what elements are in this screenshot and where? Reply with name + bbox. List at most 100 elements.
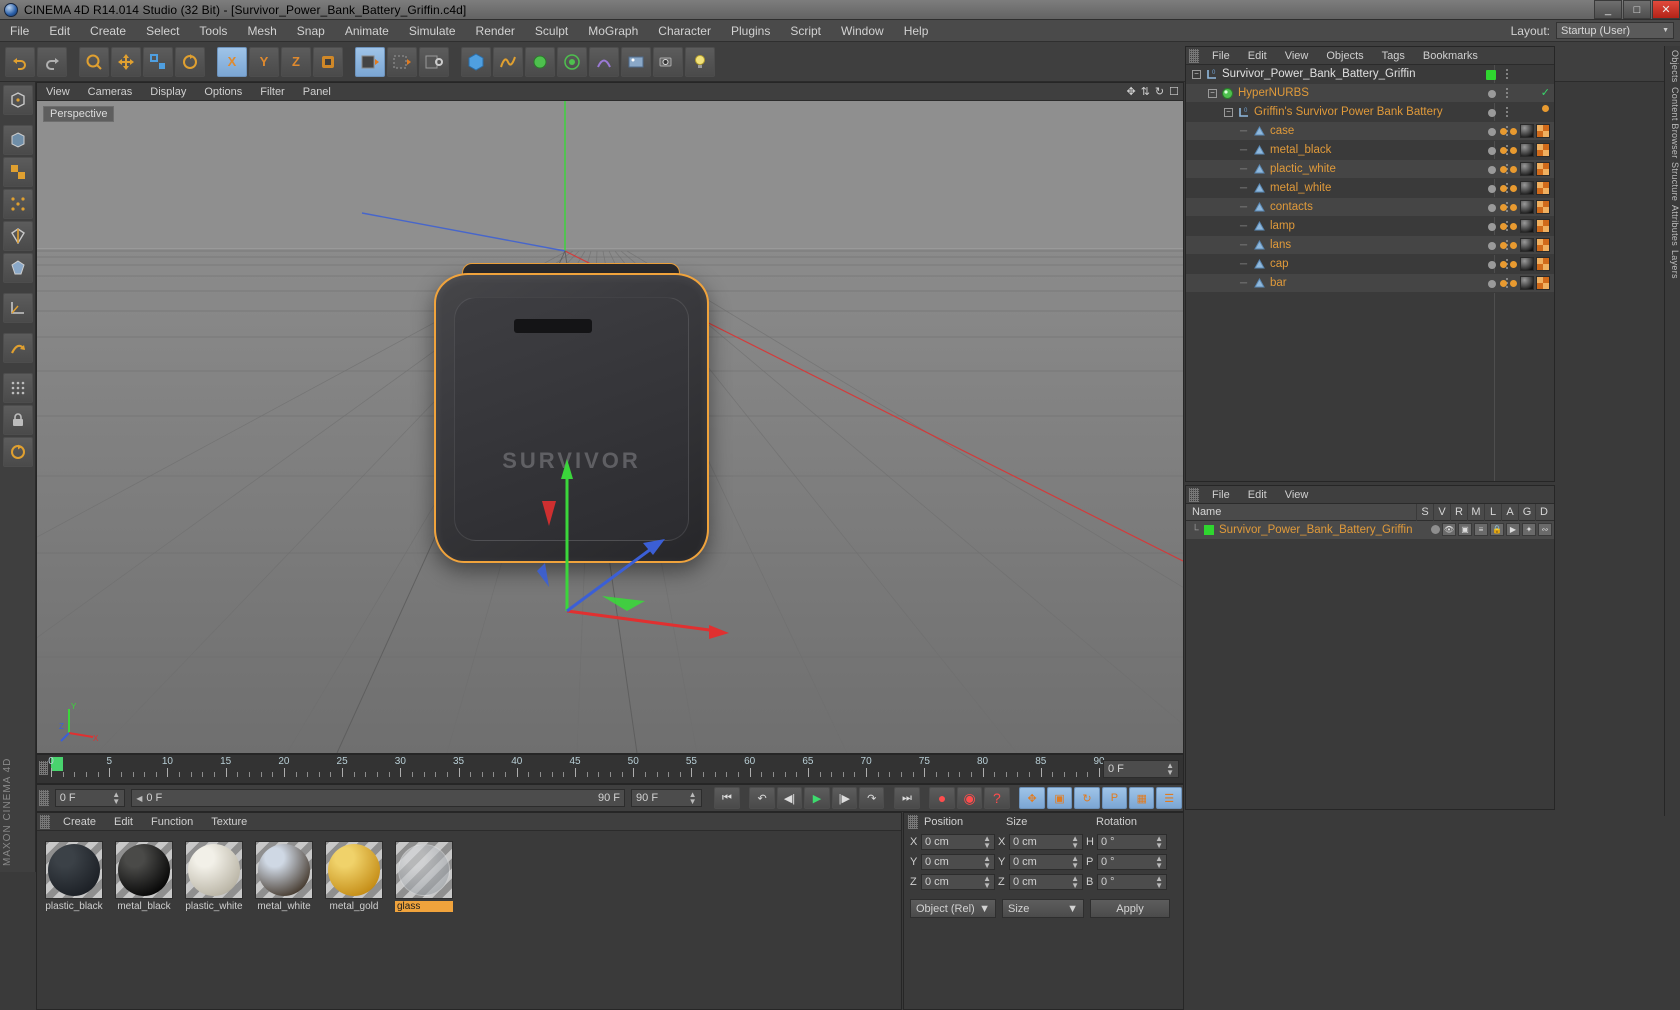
render-settings-button[interactable] (419, 46, 449, 77)
add-cube-button[interactable] (461, 46, 491, 77)
attribute-column-l[interactable]: L (1484, 504, 1501, 521)
rotation-b-input[interactable]: 0 ° ▲ ▼ (1097, 874, 1167, 890)
material-name-label[interactable]: metal_white (255, 901, 313, 912)
spinner-icon-h[interactable]: ▲ ▼ (1155, 835, 1163, 850)
render-icon[interactable]: ▣ (1458, 523, 1472, 536)
material-thumbnail[interactable] (115, 841, 173, 899)
visibility-dot-icon[interactable] (1488, 223, 1496, 231)
spinner-icon-px[interactable]: ▲ ▼ (983, 835, 991, 850)
viewport-menu-panel[interactable]: Panel (294, 83, 340, 101)
layout-dropdown[interactable]: Startup (User) ▼ (1556, 22, 1674, 39)
model-mode-button[interactable] (2, 125, 33, 155)
material-cell[interactable]: glass (395, 841, 453, 912)
material-thumbnail[interactable] (45, 841, 103, 899)
visibility-icon[interactable]: 👁 (1442, 523, 1456, 536)
dolly-icon[interactable]: ⇅ (1141, 85, 1150, 98)
texture-tag-icon[interactable] (1536, 181, 1550, 195)
spinner-icon-pz[interactable]: ▲ ▼ (983, 875, 991, 890)
object-menu-bookmarks[interactable]: Bookmarks (1414, 47, 1487, 65)
visibility-dot-icon[interactable] (1488, 261, 1496, 269)
rotate-band-button[interactable] (2, 437, 33, 467)
redo-button[interactable] (37, 46, 67, 77)
viewport-menu-options[interactable]: Options (195, 83, 251, 101)
material-menu-texture[interactable]: Texture (202, 813, 256, 831)
viewport-menu-filter[interactable]: Filter (251, 83, 293, 101)
rotation-p-input[interactable]: 0 ° ▲ ▼ (1097, 854, 1167, 870)
rotation-key-button[interactable]: ↻ (1074, 787, 1100, 809)
material-tag-icon[interactable] (1520, 257, 1534, 271)
range-left-arrow-icon[interactable]: ◀ (136, 794, 142, 803)
menu-item-sculpt[interactable]: Sculpt (525, 20, 578, 42)
go-to-next-key-button[interactable]: ↷ (859, 787, 885, 809)
texture-tag-icon[interactable] (1536, 219, 1550, 233)
lock-x-axis-button[interactable]: X (217, 46, 247, 77)
material-tag-icon[interactable] (1520, 124, 1534, 138)
orbit-icon[interactable]: ↻ (1155, 85, 1164, 98)
spinner-icon-2[interactable]: ▲ ▼ (112, 791, 120, 806)
maximize-button[interactable]: □ (1623, 0, 1651, 19)
object-state-dot[interactable] (1204, 525, 1214, 535)
material-thumbnail[interactable] (185, 841, 243, 899)
step-back-button[interactable]: ◀| (776, 787, 803, 809)
menu-item-snap[interactable]: Snap (287, 20, 335, 42)
spinner-icon-b[interactable]: ▲ ▼ (1155, 875, 1163, 890)
material-name-label[interactable]: metal_gold (325, 901, 383, 912)
lock-button[interactable] (2, 405, 33, 435)
object-manager-row[interactable]: ─ contacts (1186, 198, 1554, 217)
dock-tab-attributes[interactable]: Attributes (1666, 205, 1680, 246)
visibility-dot-icon[interactable] (1488, 280, 1496, 288)
texture-tag-icon[interactable] (1536, 143, 1550, 157)
points-mode-button[interactable] (2, 189, 33, 219)
play-button[interactable]: ▶ (804, 787, 830, 809)
attribute-column-d[interactable]: D (1535, 504, 1552, 521)
texture-mode-button[interactable] (2, 157, 33, 187)
material-name-label[interactable]: metal_black (115, 901, 173, 912)
material-tag-icon[interactable] (1520, 162, 1534, 176)
enable-axis-button[interactable] (2, 333, 33, 363)
material-tag-icon[interactable] (1520, 200, 1534, 214)
expander-icon[interactable]: − (1208, 88, 1217, 98)
material-menu-create[interactable]: Create (54, 813, 105, 831)
attribute-table-row[interactable]: └ Survivor_Power_Bank_Battery_Griffin 👁 … (1186, 521, 1554, 539)
check-icon[interactable]: ✓ (1541, 86, 1550, 99)
preview-end-field[interactable]: 90 F ▲ ▼ (631, 789, 702, 807)
menu-item-mesh[interactable]: Mesh (237, 20, 286, 42)
expander-icon[interactable]: − (1192, 69, 1201, 79)
menu-item-animate[interactable]: Animate (335, 20, 399, 42)
position-key-button[interactable]: ✥ (1019, 787, 1045, 809)
timeline-toggle-button[interactable]: ☰ (1156, 787, 1182, 809)
add-nurbs-button[interactable] (525, 46, 555, 77)
object-manager-row[interactable]: ─ lamp (1186, 217, 1554, 236)
attribute-column-g[interactable]: G (1518, 504, 1535, 521)
attribute-menu-file[interactable]: File (1203, 486, 1239, 504)
visibility-dot-icon[interactable] (1488, 90, 1496, 98)
material-thumbnail[interactable] (325, 841, 383, 899)
visibility-dot-icon[interactable] (1486, 70, 1496, 80)
material-thumbnail[interactable] (395, 841, 453, 899)
spinner-icon-sy[interactable]: ▲ ▼ (1071, 855, 1079, 870)
expander-icon[interactable]: − (1224, 107, 1233, 117)
object-manager-row[interactable]: ─ plactic_white (1186, 160, 1554, 179)
menu-item-render[interactable]: Render (466, 20, 525, 42)
animation-icon[interactable]: ▶ (1506, 523, 1520, 536)
menu-item-create[interactable]: Create (80, 20, 136, 42)
rotation-h-input[interactable]: 0 ° ▲ ▼ (1097, 834, 1167, 850)
coord-mode-dropdown[interactable]: Object (Rel) ▼ (910, 899, 996, 918)
material-tag-icon[interactable] (1520, 219, 1534, 233)
visibility-dot-icon[interactable] (1488, 147, 1496, 155)
lock-y-axis-button[interactable]: Y (249, 46, 279, 77)
visibility-dot-icon[interactable] (1488, 242, 1496, 250)
frame-range-field[interactable]: ◀ 0 F 90 F (131, 789, 626, 807)
go-to-start-button[interactable]: ⏮ (714, 787, 740, 809)
menu-item-select[interactable]: Select (136, 20, 189, 42)
position-z-input[interactable]: 0 cm ▲ ▼ (921, 874, 995, 890)
material-name-label[interactable]: plastic_black (45, 901, 103, 912)
minimize-button[interactable]: _ (1594, 0, 1622, 19)
dock-tab-layers[interactable]: Layers (1666, 250, 1680, 279)
lock-z-axis-button[interactable]: Z (281, 46, 311, 77)
attribute-column-r[interactable]: R (1450, 504, 1467, 521)
visibility-dot-icon[interactable] (1488, 128, 1496, 136)
menu-item-mograph[interactable]: MoGraph (578, 20, 648, 42)
menu-item-plugins[interactable]: Plugins (721, 20, 780, 42)
render-region-button[interactable] (387, 46, 417, 77)
